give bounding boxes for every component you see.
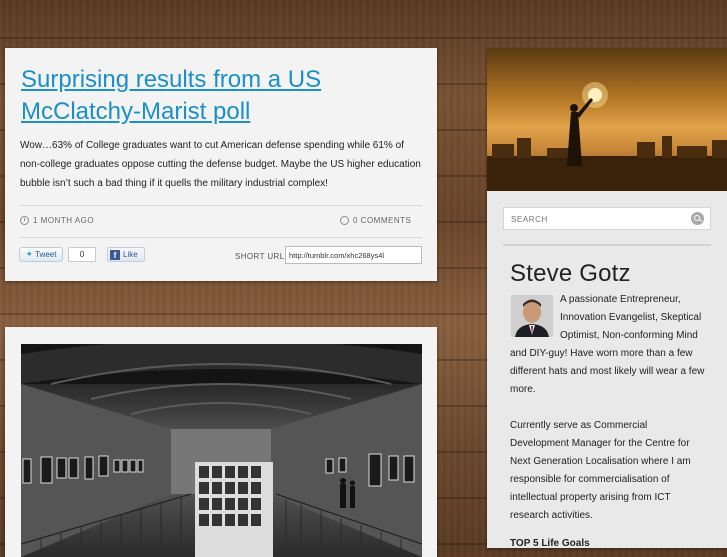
like-label: Like bbox=[123, 250, 138, 259]
post-comments[interactable]: 0 COMMENTS bbox=[340, 216, 411, 225]
author-name: Steve Gotz bbox=[510, 260, 631, 287]
author-bio: A passionate Entrepreneur, Innovation Ev… bbox=[510, 291, 705, 543]
search-input[interactable] bbox=[504, 208, 693, 231]
tweet-label: Tweet bbox=[35, 250, 57, 259]
tweet-count: 0 bbox=[68, 247, 96, 262]
twitter-bird-icon: ✦ bbox=[25, 249, 34, 259]
post-time[interactable]: 1 MONTH AGO bbox=[20, 216, 94, 225]
sidebar: Steve Gotz A passionate Entrepreneur, In… bbox=[487, 48, 727, 549]
divider bbox=[20, 205, 422, 206]
comment-icon bbox=[340, 216, 349, 225]
search-icon[interactable] bbox=[691, 212, 704, 225]
facebook-like-button[interactable]: f Like bbox=[107, 247, 145, 262]
search-box bbox=[503, 207, 711, 231]
short-url-label: SHORT URL bbox=[235, 252, 285, 261]
post-card-photo bbox=[5, 327, 437, 557]
gallery-photo[interactable] bbox=[21, 344, 422, 557]
bio-paragraph: Currently serve as Commercial Developmen… bbox=[510, 420, 691, 521]
post-title[interactable]: Surprising results from a US McClatchy-M… bbox=[21, 64, 421, 128]
time-ago-text: 1 MONTH AGO bbox=[33, 216, 95, 225]
gallery-illustration bbox=[21, 344, 422, 557]
post-body: Wow…63% of College graduates want to cut… bbox=[20, 140, 421, 189]
sunset-illustration bbox=[487, 82, 727, 191]
section-heading: TOP 5 Life Goals bbox=[510, 538, 590, 549]
comments-count-text: 0 COMMENTS bbox=[353, 216, 412, 225]
post-card-poll: Surprising results from a US McClatchy-M… bbox=[5, 48, 437, 281]
facebook-icon: f bbox=[110, 249, 120, 260]
header-photo bbox=[487, 48, 727, 191]
divider bbox=[20, 237, 422, 238]
clock-icon bbox=[20, 216, 29, 225]
tweet-button[interactable]: ✦ Tweet bbox=[19, 247, 63, 262]
short-url-field[interactable] bbox=[285, 246, 422, 264]
divider bbox=[503, 244, 711, 246]
